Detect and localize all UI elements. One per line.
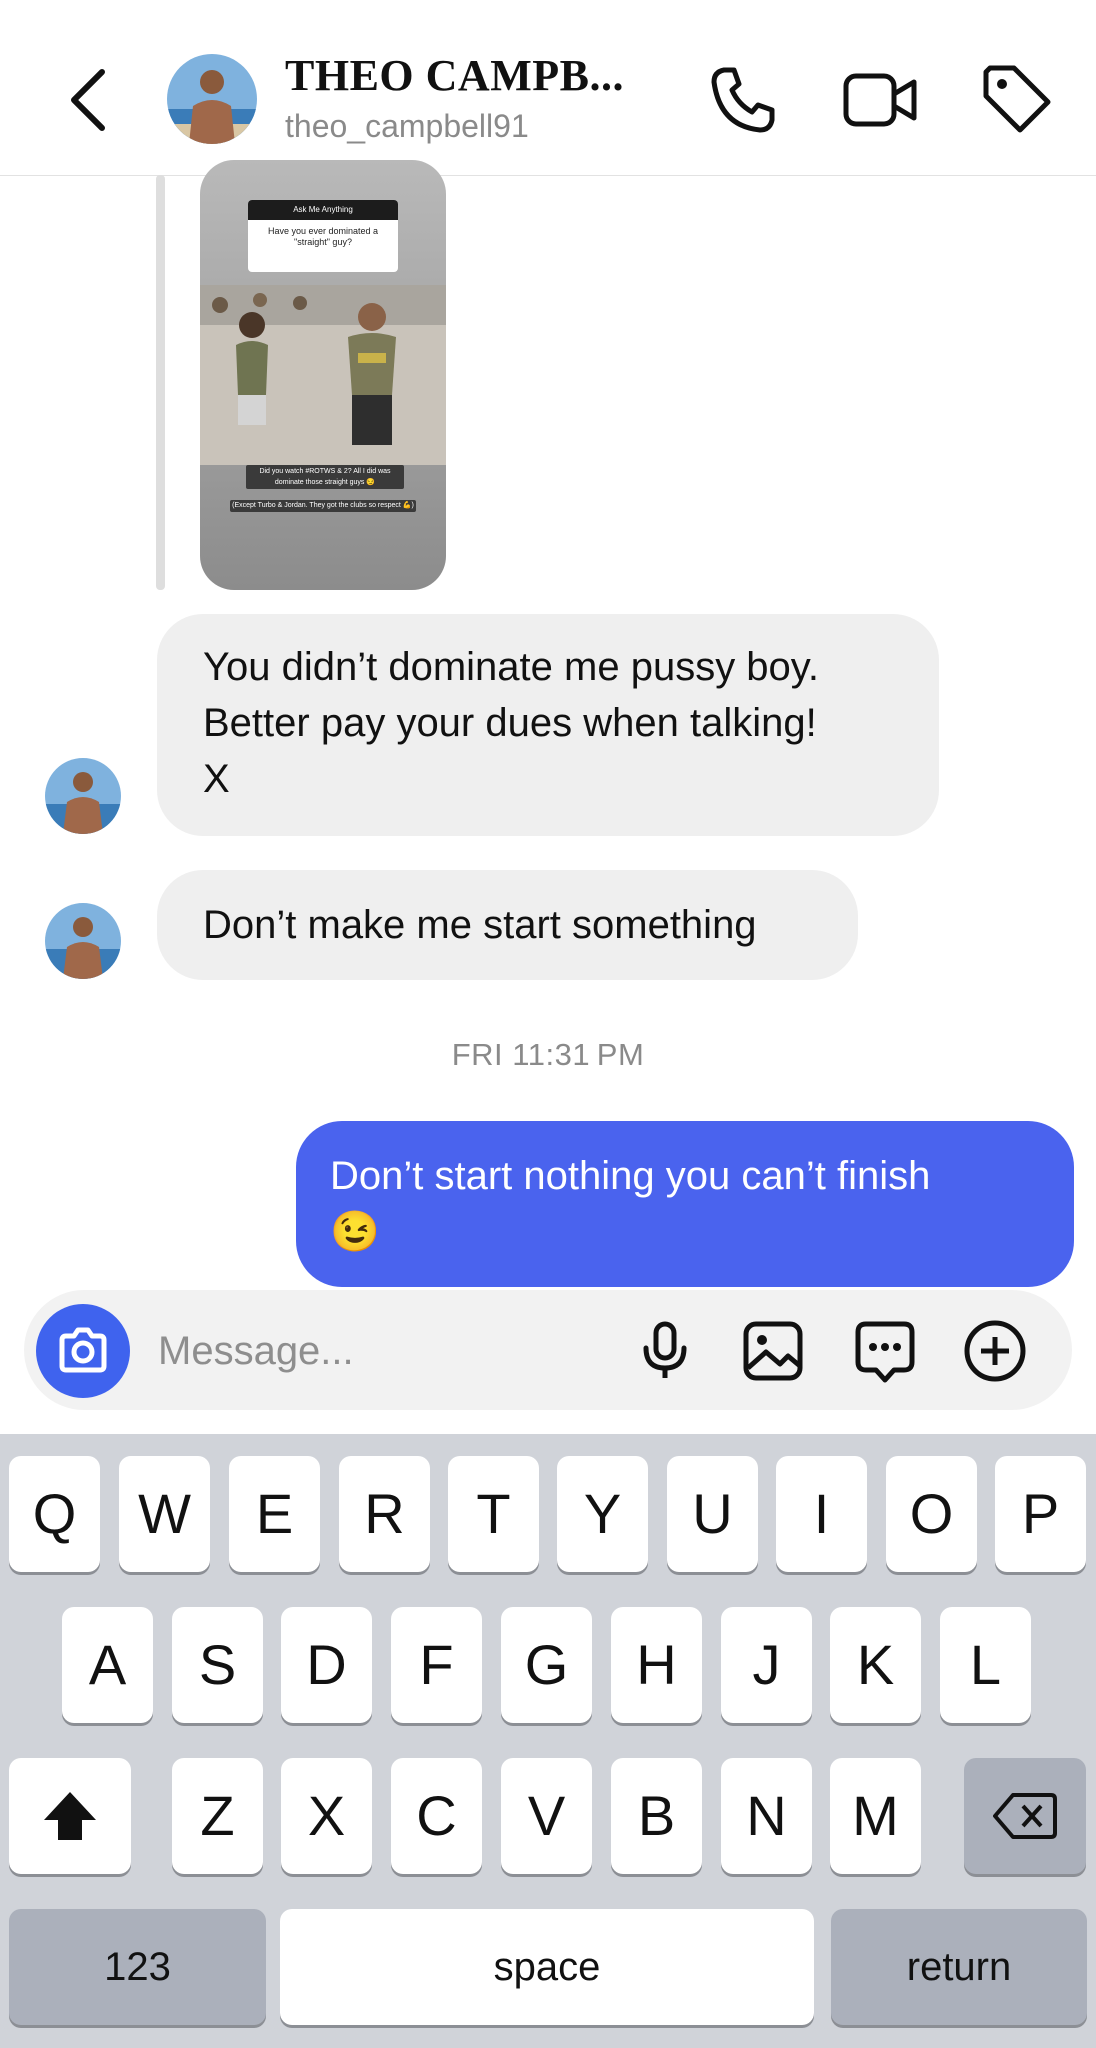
incoming-message-bubble[interactable]: You didn’t dominate me pussy boy. Better… <box>157 614 939 836</box>
outgoing-message-bubble[interactable]: Don’t start nothing you can’t finish 😉 <box>296 1121 1074 1287</box>
key-v[interactable]: V <box>501 1758 592 1874</box>
gallery-icon[interactable] <box>740 1318 806 1384</box>
key-d[interactable]: D <box>281 1607 372 1723</box>
key-r[interactable]: R <box>339 1456 430 1572</box>
key-g[interactable]: G <box>501 1607 592 1723</box>
contact-name[interactable]: THEO CAMPB... <box>285 50 624 101</box>
story-question-text: Have you ever dominated a "straight" guy… <box>267 226 379 247</box>
back-icon[interactable] <box>58 60 118 140</box>
story-caption: Did you watch #ROTWS & 2? All I did was … <box>246 465 404 489</box>
key-j[interactable]: J <box>721 1607 812 1723</box>
message-text-line: Better pay your dues when talking! <box>203 701 817 745</box>
avatar[interactable] <box>167 54 257 144</box>
key-n[interactable]: N <box>721 1758 812 1874</box>
key-q[interactable]: Q <box>9 1456 100 1572</box>
return-key[interactable]: return <box>831 1909 1087 2025</box>
contact-username[interactable]: theo_campbell91 <box>285 108 529 145</box>
key-z[interactable]: Z <box>172 1758 263 1874</box>
key-k[interactable]: K <box>830 1607 921 1723</box>
incoming-message-bubble[interactable]: Don’t make me start something <box>157 870 858 980</box>
microphone-icon[interactable] <box>632 1318 698 1384</box>
backspace-key[interactable] <box>964 1758 1086 1874</box>
message-input[interactable] <box>156 1320 630 1382</box>
key-y[interactable]: Y <box>557 1456 648 1572</box>
story-reply-card[interactable]: Ask Me Anything Have you ever dominated … <box>200 160 446 590</box>
shift-key[interactable] <box>9 1758 131 1874</box>
key-u[interactable]: U <box>667 1456 758 1572</box>
message-text-line: Don’t start nothing you can’t finish <box>330 1154 931 1198</box>
sticker-icon[interactable] <box>852 1318 918 1384</box>
story-question-title: Ask Me Anything <box>248 200 398 220</box>
plus-icon[interactable] <box>962 1318 1028 1384</box>
message-text-line: You didn’t dominate me pussy boy. <box>203 645 819 689</box>
phone-icon[interactable] <box>706 62 782 138</box>
message-text-line: X <box>203 757 230 801</box>
key-h[interactable]: H <box>611 1607 702 1723</box>
key-t[interactable]: T <box>448 1456 539 1572</box>
key-w[interactable]: W <box>119 1456 210 1572</box>
numbers-key[interactable]: 123 <box>9 1909 266 2025</box>
shift-icon <box>44 1792 96 1840</box>
key-c[interactable]: C <box>391 1758 482 1874</box>
key-m[interactable]: M <box>830 1758 921 1874</box>
message-timestamp: FRI 11:31 PM <box>451 1037 645 1072</box>
space-key[interactable]: space <box>280 1909 814 2025</box>
key-f[interactable]: F <box>391 1607 482 1723</box>
story-question-sticker: Ask Me Anything Have you ever dominated … <box>248 200 398 272</box>
key-i[interactable]: I <box>776 1456 867 1572</box>
key-x[interactable]: X <box>281 1758 372 1874</box>
tag-icon[interactable] <box>978 62 1054 138</box>
key-p[interactable]: P <box>995 1456 1086 1572</box>
avatar[interactable] <box>45 903 121 979</box>
camera-icon[interactable] <box>36 1304 130 1398</box>
message-text: Don’t make me start something <box>203 903 757 947</box>
video-icon[interactable] <box>842 62 918 138</box>
story-photo <box>200 285 446 465</box>
message-emoji: 😉 <box>330 1210 380 1254</box>
backspace-icon <box>993 1793 1057 1839</box>
keyboard: Q W E R T Y U I O P A S D F G H J K L Z … <box>0 1434 1096 2048</box>
avatar[interactable] <box>45 758 121 834</box>
chat-header: THEO CAMPB... theo_campbell91 <box>0 0 1096 176</box>
key-b[interactable]: B <box>611 1758 702 1874</box>
story-caption-secondary: (Except Turbo & Jordan. They got the clu… <box>230 500 416 512</box>
key-a[interactable]: A <box>62 1607 153 1723</box>
message-composer <box>24 1290 1072 1410</box>
key-e[interactable]: E <box>229 1456 320 1572</box>
key-o[interactable]: O <box>886 1456 977 1572</box>
key-l[interactable]: L <box>940 1607 1031 1723</box>
key-s[interactable]: S <box>172 1607 263 1723</box>
reply-indicator <box>156 175 165 590</box>
